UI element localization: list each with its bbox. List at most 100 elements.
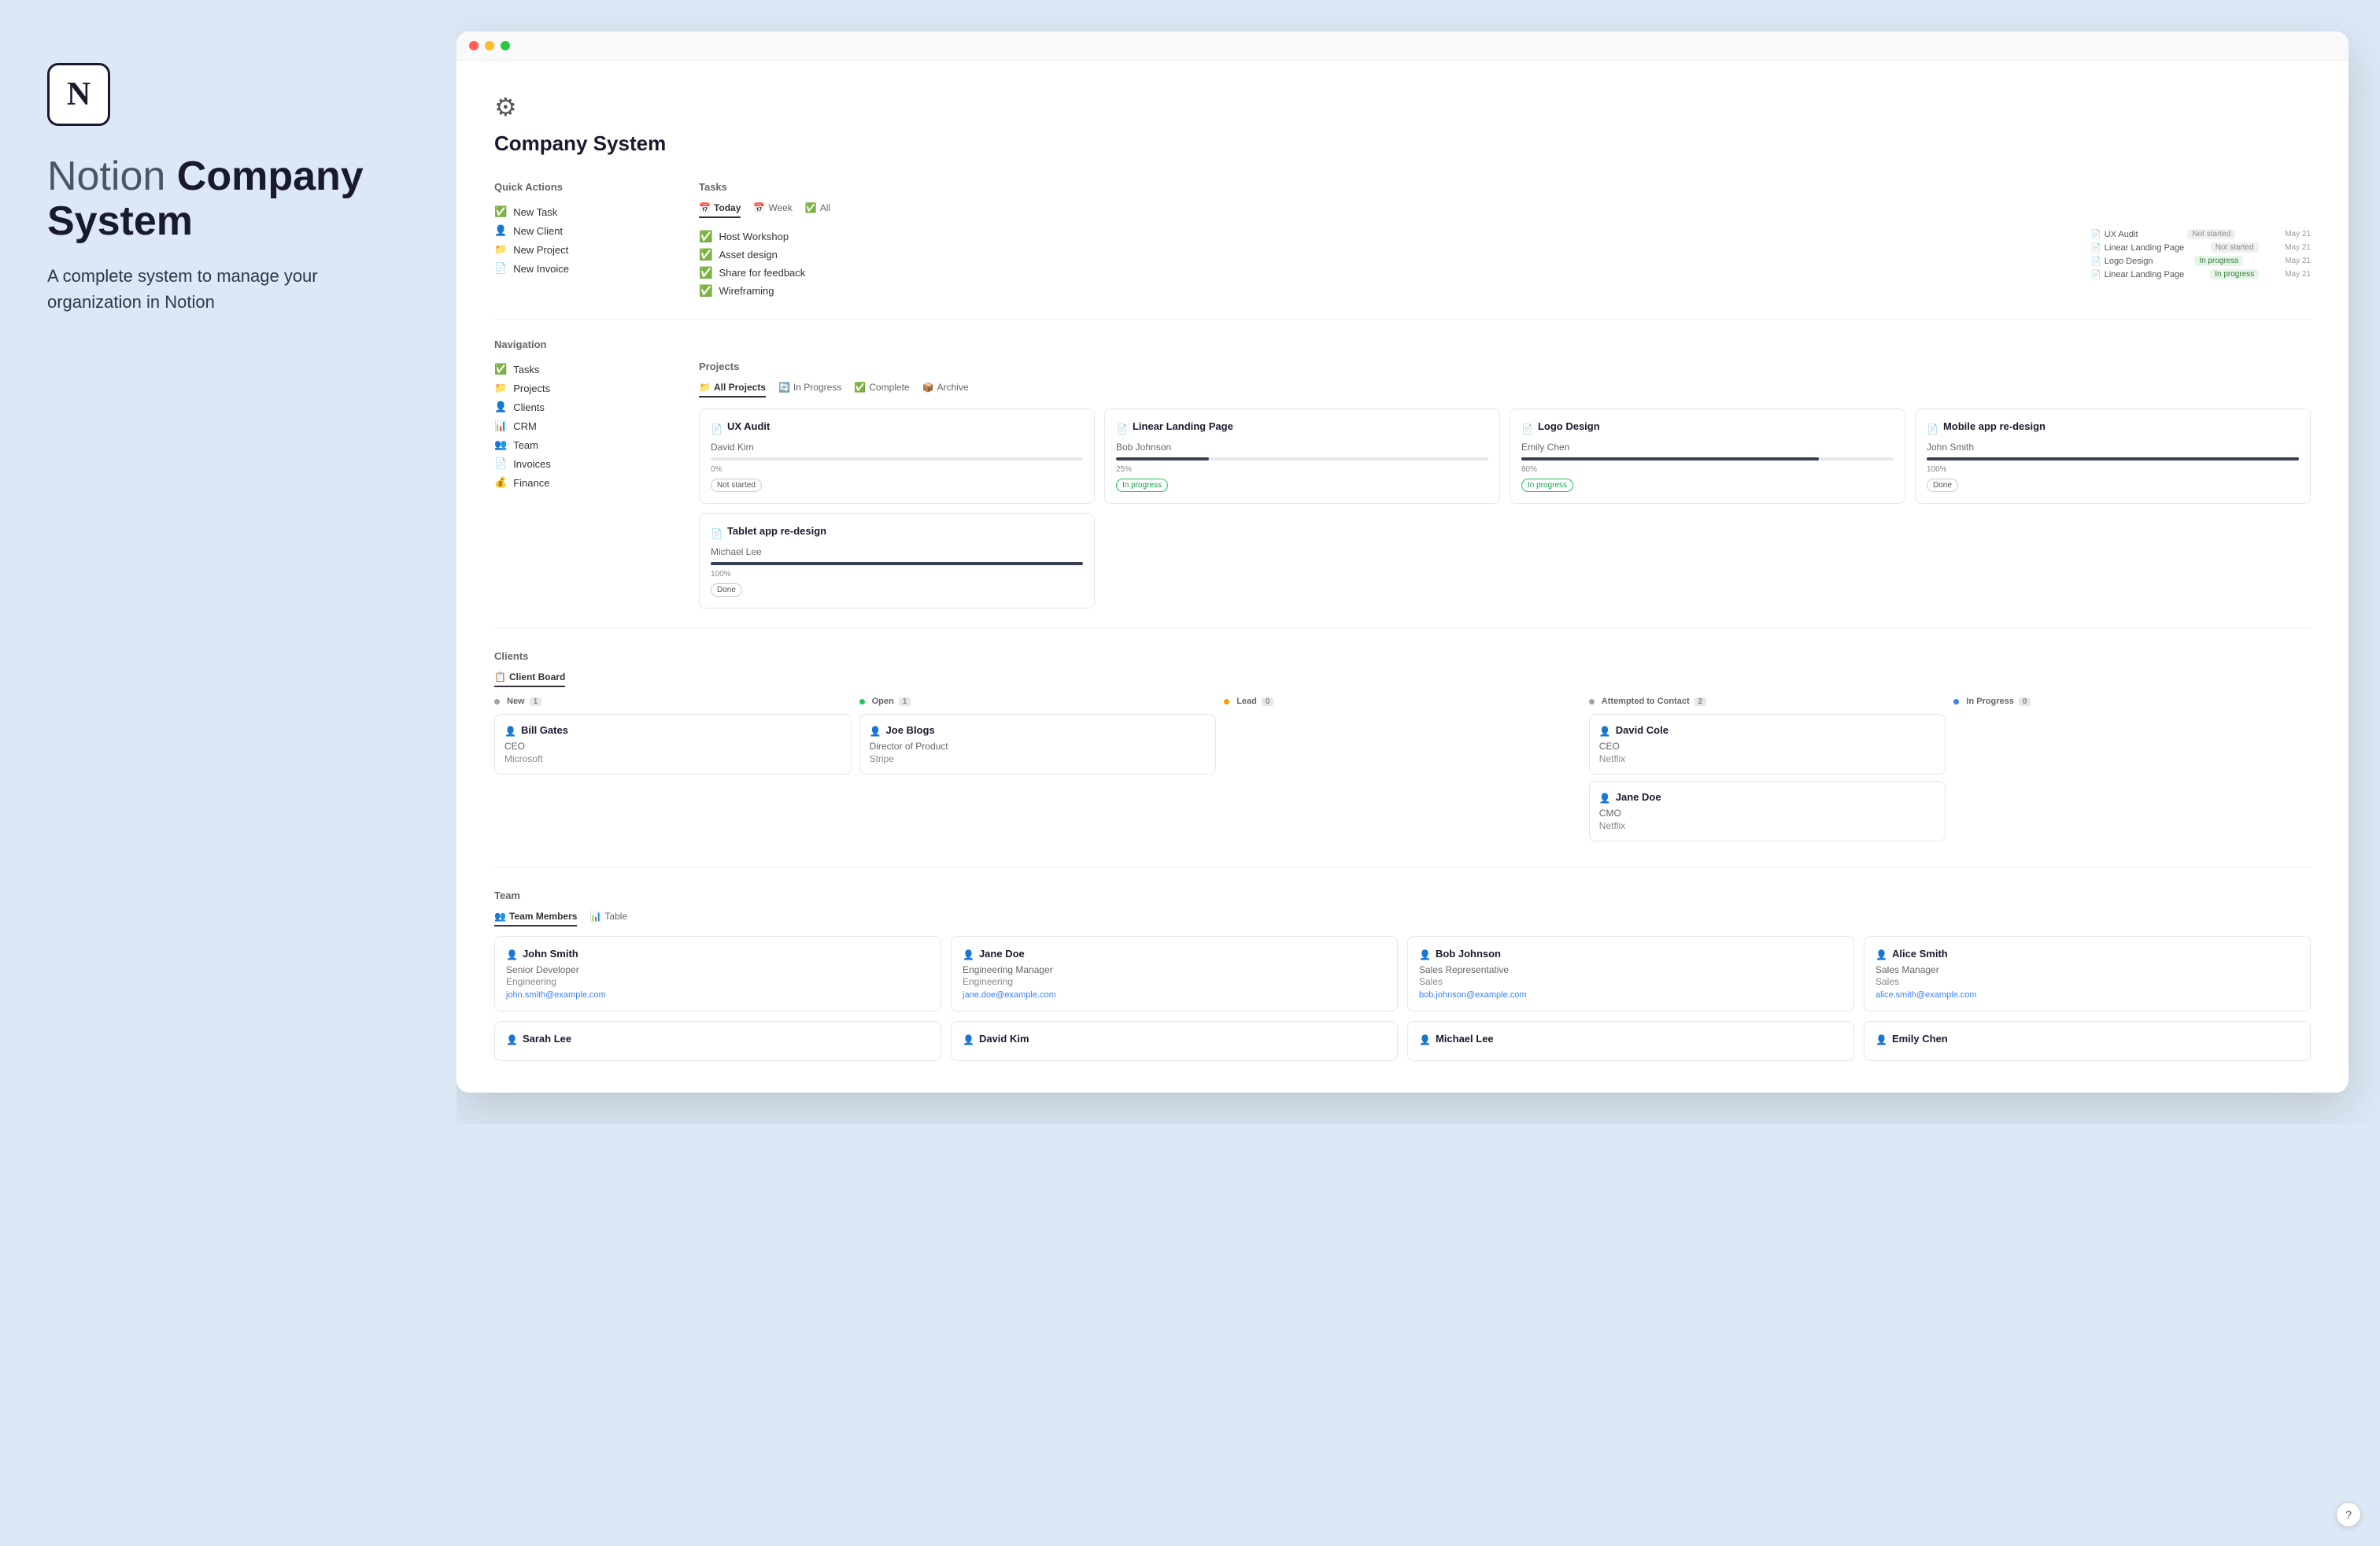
tab-week[interactable]: 📅 Week: [753, 202, 792, 218]
sidebar-task-1-left: 📄 UX Audit: [2090, 229, 2138, 239]
nav-crm[interactable]: 📊 CRM: [494, 416, 667, 435]
task-row-wireframing: ✅ Wireframing: [699, 282, 2078, 300]
project-linear-icon: 📄: [1116, 423, 1128, 435]
projects-tabs: 📁 All Projects 🔄 In Progress ✅ Complete: [699, 382, 2311, 398]
task-check-icon-2: ✅: [699, 248, 712, 261]
project-mobile-progress-bar: [1927, 457, 2299, 460]
tab-archive[interactable]: 📦 Archive: [922, 382, 969, 398]
client-card-jane-doe: 👤 Jane Doe CMO Netflix: [1589, 781, 1946, 841]
tab-week-icon: 📅: [753, 202, 765, 213]
tab-all[interactable]: ✅ All: [805, 202, 830, 218]
nav-invoices[interactable]: 📄 Invoices: [494, 454, 667, 473]
new-project-label: New Project: [513, 244, 568, 256]
project-logo-person: Emily Chen: [1521, 442, 1894, 453]
sidebar-task-2-left: 📄 Linear Landing Page: [2090, 242, 2184, 253]
tab-client-board[interactable]: 📋 Client Board: [494, 671, 565, 687]
project-ux-audit-pct: 0%: [711, 465, 1083, 474]
client-joe-blogs-company: Stripe: [870, 753, 1207, 764]
nav-crm-label: CRM: [513, 420, 537, 432]
client-column-new: New 1 👤 Bill Gates CEO Microsoft: [494, 697, 852, 848]
team-david-kim-name: David Kim: [979, 1033, 1029, 1045]
project-logo-progress-fill: [1521, 457, 1819, 460]
sidebar-task-3-project-icon: 📄: [2090, 256, 2101, 266]
tab-team-members-label: Team Members: [509, 911, 577, 922]
tab-today[interactable]: 📅 Today: [699, 202, 741, 218]
sidebar-task-2-date: May 21: [2285, 243, 2311, 252]
team-alice-smith-icon: 👤: [1876, 949, 1887, 960]
nav-tasks[interactable]: ✅ Tasks: [494, 360, 667, 379]
sidebar-task-2-project: Linear Landing Page: [2105, 243, 2185, 253]
client-card-bill-gates: 👤 Bill Gates CEO Microsoft: [494, 714, 852, 775]
tab-in-progress[interactable]: 🔄 In Progress: [778, 382, 841, 398]
tab-team-table-label: Table: [604, 911, 627, 922]
column-client-inprogress-count: 0: [2019, 697, 2031, 706]
project-mobile-person: John Smith: [1927, 442, 2299, 453]
quick-action-new-invoice[interactable]: 📄 New Invoice: [494, 259, 667, 278]
sidebar-task-4-date: May 21: [2285, 270, 2311, 279]
project-card-ux-audit: 📄 UX Audit David Kim 0% Not started: [699, 409, 1095, 504]
nav-clients[interactable]: 👤 Clients: [494, 398, 667, 416]
project-tablet-pct: 100%: [711, 570, 1083, 579]
team-michael-lee-icon: 👤: [1419, 1034, 1431, 1045]
tab-complete[interactable]: ✅ Complete: [854, 382, 909, 398]
window-close-dot[interactable]: [469, 41, 479, 50]
tab-team-members[interactable]: 👥 Team Members: [494, 911, 577, 926]
project-linear-progress-fill: [1116, 457, 1209, 460]
team-sarah-lee-icon: 👤: [506, 1034, 518, 1045]
project-ux-audit-status: Not started: [711, 479, 762, 492]
new-client-icon: 👤: [494, 224, 507, 237]
projects-extra-row: 📄 Tablet app re-design Michael Lee 100% …: [699, 513, 2311, 608]
sidebar-task-1: 📄 UX Audit Not started May 21: [2090, 227, 2311, 241]
task-check-icon-4: ✅: [699, 284, 712, 298]
team-alice-smith-email: alice.smith@example.com: [1876, 990, 2299, 1000]
task-row-share-feedback: ✅ Share for feedback: [699, 264, 2078, 282]
sidebar-task-1-project-icon: 📄: [2090, 229, 2101, 239]
tab-in-progress-icon: 🔄: [778, 382, 790, 393]
client-bill-gates-role: CEO: [504, 741, 841, 752]
window-header: [456, 31, 2349, 61]
team-john-smith-dept: Engineering: [506, 976, 929, 987]
team-card-sarah-lee: 👤 Sarah Lee: [494, 1021, 941, 1061]
window-maximize-dot[interactable]: [501, 41, 510, 50]
tab-all-projects[interactable]: 📁 All Projects: [699, 382, 766, 398]
nav-invoices-icon: 📄: [494, 457, 507, 470]
nav-crm-icon: 📊: [494, 420, 507, 432]
nav-projects[interactable]: 📁 Projects: [494, 379, 667, 398]
team-jane-doe-dept: Engineering: [963, 976, 1386, 987]
column-open-count: 1: [899, 697, 911, 706]
sidebar-task-3-project: Logo Design: [2105, 257, 2153, 266]
team-section: Team 👥 Team Members 📊 Table �: [494, 890, 2311, 1061]
team-alice-smith-name: Alice Smith: [1892, 948, 1948, 960]
project-card-linear: 📄 Linear Landing Page Bob Johnson 25% In…: [1104, 409, 1500, 504]
tasks-tabs: 📅 Today 📅 Week ✅ All: [699, 202, 2311, 218]
sidebar-task-3-left: 📄 Logo Design: [2090, 256, 2153, 266]
help-button[interactable]: ?: [2336, 1502, 2361, 1527]
team-jane-doe-icon: 👤: [963, 949, 974, 960]
client-column-lead: Lead 0: [1224, 697, 1581, 848]
window-minimize-dot[interactable]: [485, 41, 494, 50]
gear-icon: ⚙: [494, 92, 2311, 122]
clients-title: Clients: [494, 650, 2311, 662]
column-header-attempted: Attempted to Contact 2: [1589, 697, 1946, 706]
tab-today-label: Today: [714, 202, 741, 213]
sidebar-task-1-status: Not started: [2187, 229, 2235, 239]
task-check-icon: ✅: [699, 230, 712, 243]
quick-action-new-task[interactable]: ✅ New Task: [494, 202, 667, 221]
column-new-count: 1: [530, 697, 542, 706]
projects-grid: 📄 UX Audit David Kim 0% Not started: [699, 409, 2311, 504]
tab-all-projects-icon: 📁: [699, 382, 711, 393]
team-card-bob-johnson: 👤 Bob Johnson Sales Representative Sales…: [1407, 936, 1854, 1012]
nav-finance[interactable]: 💰 Finance: [494, 473, 667, 492]
tab-team-table[interactable]: 📊 Table: [589, 911, 627, 926]
nav-team[interactable]: 👥 Team: [494, 435, 667, 454]
quick-action-new-client[interactable]: 👤 New Client: [494, 221, 667, 240]
team-john-smith-icon: 👤: [506, 949, 518, 960]
hero-title: Notion Company System: [47, 154, 409, 244]
quick-action-new-project[interactable]: 📁 New Project: [494, 240, 667, 259]
team-john-smith-name: John Smith: [523, 948, 578, 960]
column-lead-count: 0: [1262, 697, 1274, 706]
sidebar-task-2: 📄 Linear Landing Page Not started May 21: [2090, 241, 2311, 254]
tab-all-label: All: [820, 202, 830, 213]
client-jane-doe-company: Netflix: [1599, 820, 1936, 831]
tasks-list: ✅ Host Workshop ✅ Asset design ✅ Share f…: [699, 227, 2078, 300]
